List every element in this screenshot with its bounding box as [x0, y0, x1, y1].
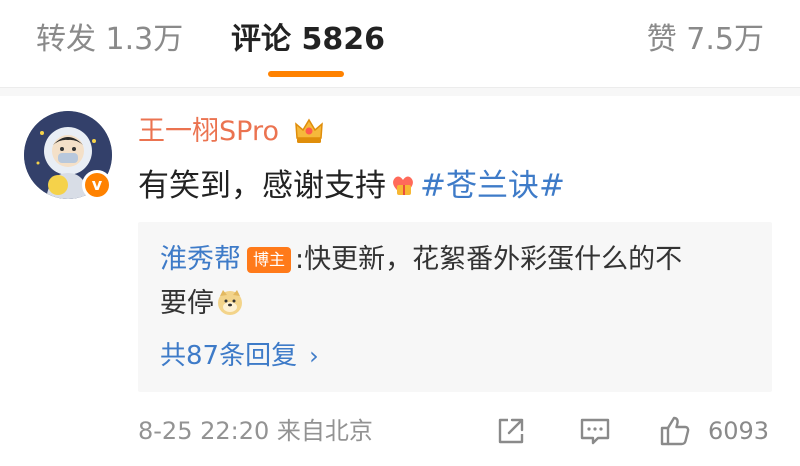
topic-link[interactable]: #苍兰诀# [420, 168, 565, 204]
reply-text-continued: 要停 [160, 288, 214, 319]
share-icon[interactable] [494, 414, 528, 448]
heart-gift-emoji [393, 176, 413, 195]
reply-line: 淮秀帮 博主:快更新，花絮番外彩蛋什么的不 [160, 240, 682, 280]
reply-colon: : [295, 244, 305, 275]
more-replies-label: 共87条回复 [160, 341, 298, 371]
divider [0, 88, 800, 96]
blogger-badge: 博主 [247, 247, 292, 273]
comment-username[interactable]: 王一栩SPro [138, 115, 279, 149]
tab-repost[interactable]: 转发 1.3万 [36, 20, 183, 60]
comment-meta: 8-25 22:20 来自北京 [138, 414, 373, 448]
comment-tabs-bar: 转发 1.3万 评论 5826 赞 7.5万 [0, 0, 800, 88]
chevron-right-icon: › [309, 342, 319, 370]
comment-body: 有笑到，感谢支持 [138, 168, 386, 204]
more-replies-link[interactable]: 共87条回复 › [160, 336, 319, 376]
thumbs-up-icon[interactable] [658, 414, 692, 448]
comment-text: 有笑到，感谢支持 #苍兰诀# [138, 166, 565, 206]
verified-icon: v [82, 170, 112, 200]
comment-location: 来自北京 [276, 417, 373, 445]
reply-icon[interactable] [578, 414, 612, 448]
reply-text: 快更新，花絮番外彩蛋什么的不 [304, 244, 683, 275]
reply-preview-box[interactable]: 淮秀帮 博主:快更新，花絮番外彩蛋什么的不 要停 共87条回复 › [138, 222, 772, 392]
tab-like[interactable]: 赞 7.5万 [647, 20, 764, 60]
comment-timestamp: 8-25 22:20 [138, 417, 270, 445]
reply-author[interactable]: 淮秀帮 [160, 244, 241, 275]
reply-line-continued: 要停 [160, 284, 244, 324]
doge-emoji [218, 290, 242, 315]
tab-comment[interactable]: 评论 5826 [231, 20, 385, 60]
crown-icon [295, 118, 323, 143]
active-tab-indicator [268, 71, 344, 77]
like-count: 6093 [708, 417, 770, 445]
